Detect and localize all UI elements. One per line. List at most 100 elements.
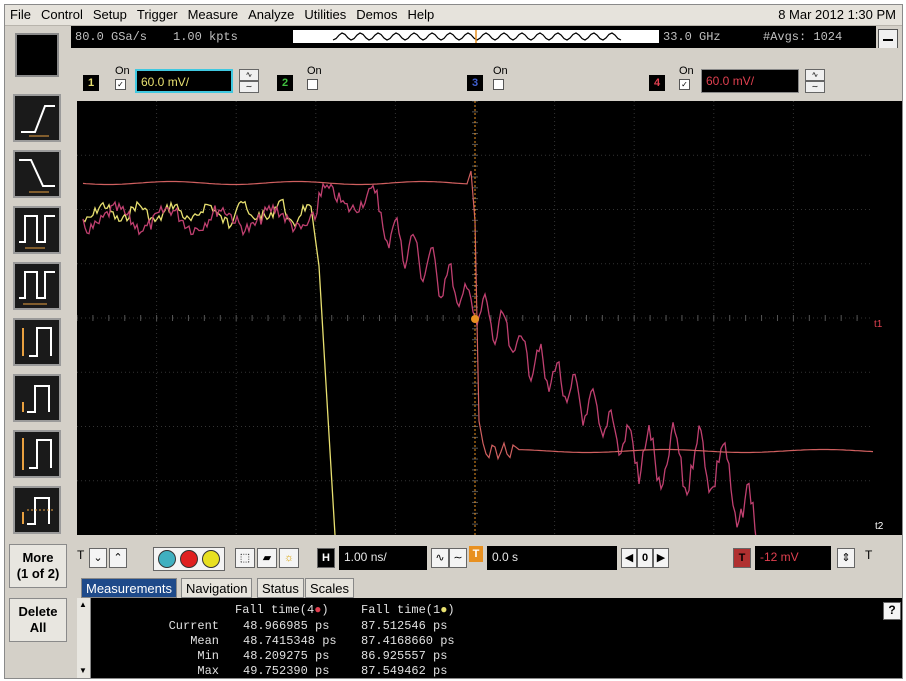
row-label: Current [168,619,219,633]
measurement-toolbar: More (1 of 2) Delete All [5,26,69,678]
delay-icon: T [469,546,483,562]
menu-setup[interactable]: Setup [88,5,132,23]
trigger-level[interactable]: -12 mV [755,546,831,570]
channel-1-ac-button[interactable]: ∿ [239,69,259,81]
menu-utilities[interactable]: Utilities [299,5,351,23]
channel-3-on-label: On [493,65,508,77]
channel-1-dc-button[interactable]: ∼ [239,81,259,93]
trigger-level-updown[interactable]: ⇕ [837,548,855,568]
row-label: Min [197,649,219,663]
trigger-edge-icon[interactable]: T [865,548,872,562]
top-level-button[interactable] [13,374,61,422]
menu-file[interactable]: File [5,5,36,23]
scope-window: File Control Setup Trigger Measure Analyze Uti… [4,4,903,679]
frequency-button[interactable] [13,262,61,310]
channel-4-checkbox[interactable]: ✓ [679,79,690,90]
record-length: 1.00 kpts [173,30,238,44]
channel-3-checkbox[interactable] [493,79,504,90]
column-header-1-close: ) [321,603,329,617]
more-label: More [22,550,54,565]
menu-demos[interactable]: Demos [351,5,402,23]
channel-1-trace [82,198,336,535]
menu-control[interactable]: Control [36,5,88,23]
scroll-up-icon[interactable]: ▲ [79,600,87,609]
horizontal-delay[interactable]: 0.0 s [487,546,617,570]
tab-navigation[interactable]: Navigation [181,578,253,598]
help-button[interactable]: ? [883,602,901,620]
waveform-plot [77,101,873,535]
channel-2-button[interactable]: 2 [277,75,293,91]
tab-bar: Measurements Navigation Status Scales [77,578,902,598]
channel-4-trace [82,182,757,535]
navigate-left-button[interactable]: ◀ [621,548,637,568]
run-indicator[interactable] [15,33,59,77]
yellow-color-icon[interactable] [202,550,220,568]
base-level-icon [22,497,55,525]
channel-2-on-label: On [307,65,322,77]
color-selector [153,547,225,571]
period-button[interactable] [13,206,61,254]
menu-help[interactable]: Help [402,5,439,23]
acquisition-bar: 80.0 GSa/s 1.00 kpts 33.0 GHz #Avgs: 102… [71,26,876,48]
channel-2-checkbox[interactable] [307,79,318,90]
channel-1-button[interactable]: 1 [83,75,99,91]
print-button[interactable]: ▰ [257,548,277,568]
row-label: Mean [190,634,219,648]
tab-measurements[interactable]: Measurements [81,578,177,598]
amplitude-button[interactable] [13,318,61,366]
marker-t1[interactable]: t1 [874,319,882,330]
control-bar: T ⌄ ⌃ ⬚ ▰ ☼ H 1.00 ns/ ∿ ∼ T 0.0 s ◀ 0 ▶… [71,540,902,576]
tab-status[interactable]: Status [257,578,304,598]
rise-time-button[interactable] [13,94,61,142]
trigger-level-icon: T [733,548,751,568]
channel-3-button[interactable]: 3 [467,75,483,91]
minimize-button[interactable] [878,29,898,49]
more-button[interactable]: More (1 of 2) [9,544,67,588]
position-down-button[interactable]: ⌄ [89,548,107,568]
bandwidth: 33.0 GHz [663,30,721,44]
fall-time-icon [19,159,55,193]
channel-1-on-label: On [115,65,130,77]
channel-1-checkbox[interactable]: ✓ [115,79,126,90]
navigate-zero-button[interactable]: 0 [637,548,653,568]
measurements-scrollbar[interactable]: ▲ ▼ [77,598,91,678]
trigger-marker: T [77,548,85,562]
delete-all-label: All [29,620,47,635]
channel-1-scale[interactable]: 60.0 mV/ [135,69,233,93]
row-value: 48.966985 ps [243,619,330,633]
waveform-display[interactable] [77,101,873,535]
menu-analyze[interactable]: Analyze [243,5,299,23]
row-label: Max [197,664,219,678]
averages: #Avgs: 1024 [763,30,843,44]
memory-bar[interactable] [293,30,659,43]
channel-4-button[interactable]: 4 [649,75,665,91]
horizontal-scale[interactable]: 1.00 ns/ [339,546,427,570]
measurements-table: Fall time(4●) Fall time(1●) Current 48.9… [77,598,902,678]
navigate-right-button[interactable]: ▶ [653,548,669,568]
peak-to-peak-button[interactable] [13,430,61,478]
channel-4-dc-button[interactable]: ∼ [805,81,825,93]
horizontal-scale-up[interactable]: ∼ [449,548,467,568]
amplitude-icon [22,327,52,357]
delete-all-button[interactable]: Delete All [9,598,67,642]
marker-t2[interactable]: t2 [875,521,883,532]
menu-measure[interactable]: Measure [183,5,244,23]
fall-time-button[interactable] [13,150,61,198]
rise-time-icon [21,105,55,137]
cyan-color-icon[interactable] [158,550,176,568]
channel-4-ac-button[interactable]: ∿ [805,69,825,81]
brightness-button[interactable]: ☼ [279,548,299,568]
tab-scales[interactable]: Scales [305,578,355,598]
menu-trigger[interactable]: Trigger [132,5,183,23]
row-value: 48.7415348 ps [243,634,337,648]
base-level-button[interactable] [13,486,61,534]
channel-4-scale[interactable]: 60.0 mV/ [701,69,799,93]
position-up-button[interactable]: ⌃ [109,548,127,568]
display-button[interactable]: ⬚ [235,548,255,568]
horizontal-scale-down[interactable]: ∿ [431,548,449,568]
scroll-down-icon[interactable]: ▼ [79,666,87,675]
red-color-icon[interactable] [180,550,198,568]
memory-waveform [332,30,622,43]
sample-rate: 80.0 GSa/s [75,30,148,44]
row-value: 87.512546 ps [361,619,448,633]
